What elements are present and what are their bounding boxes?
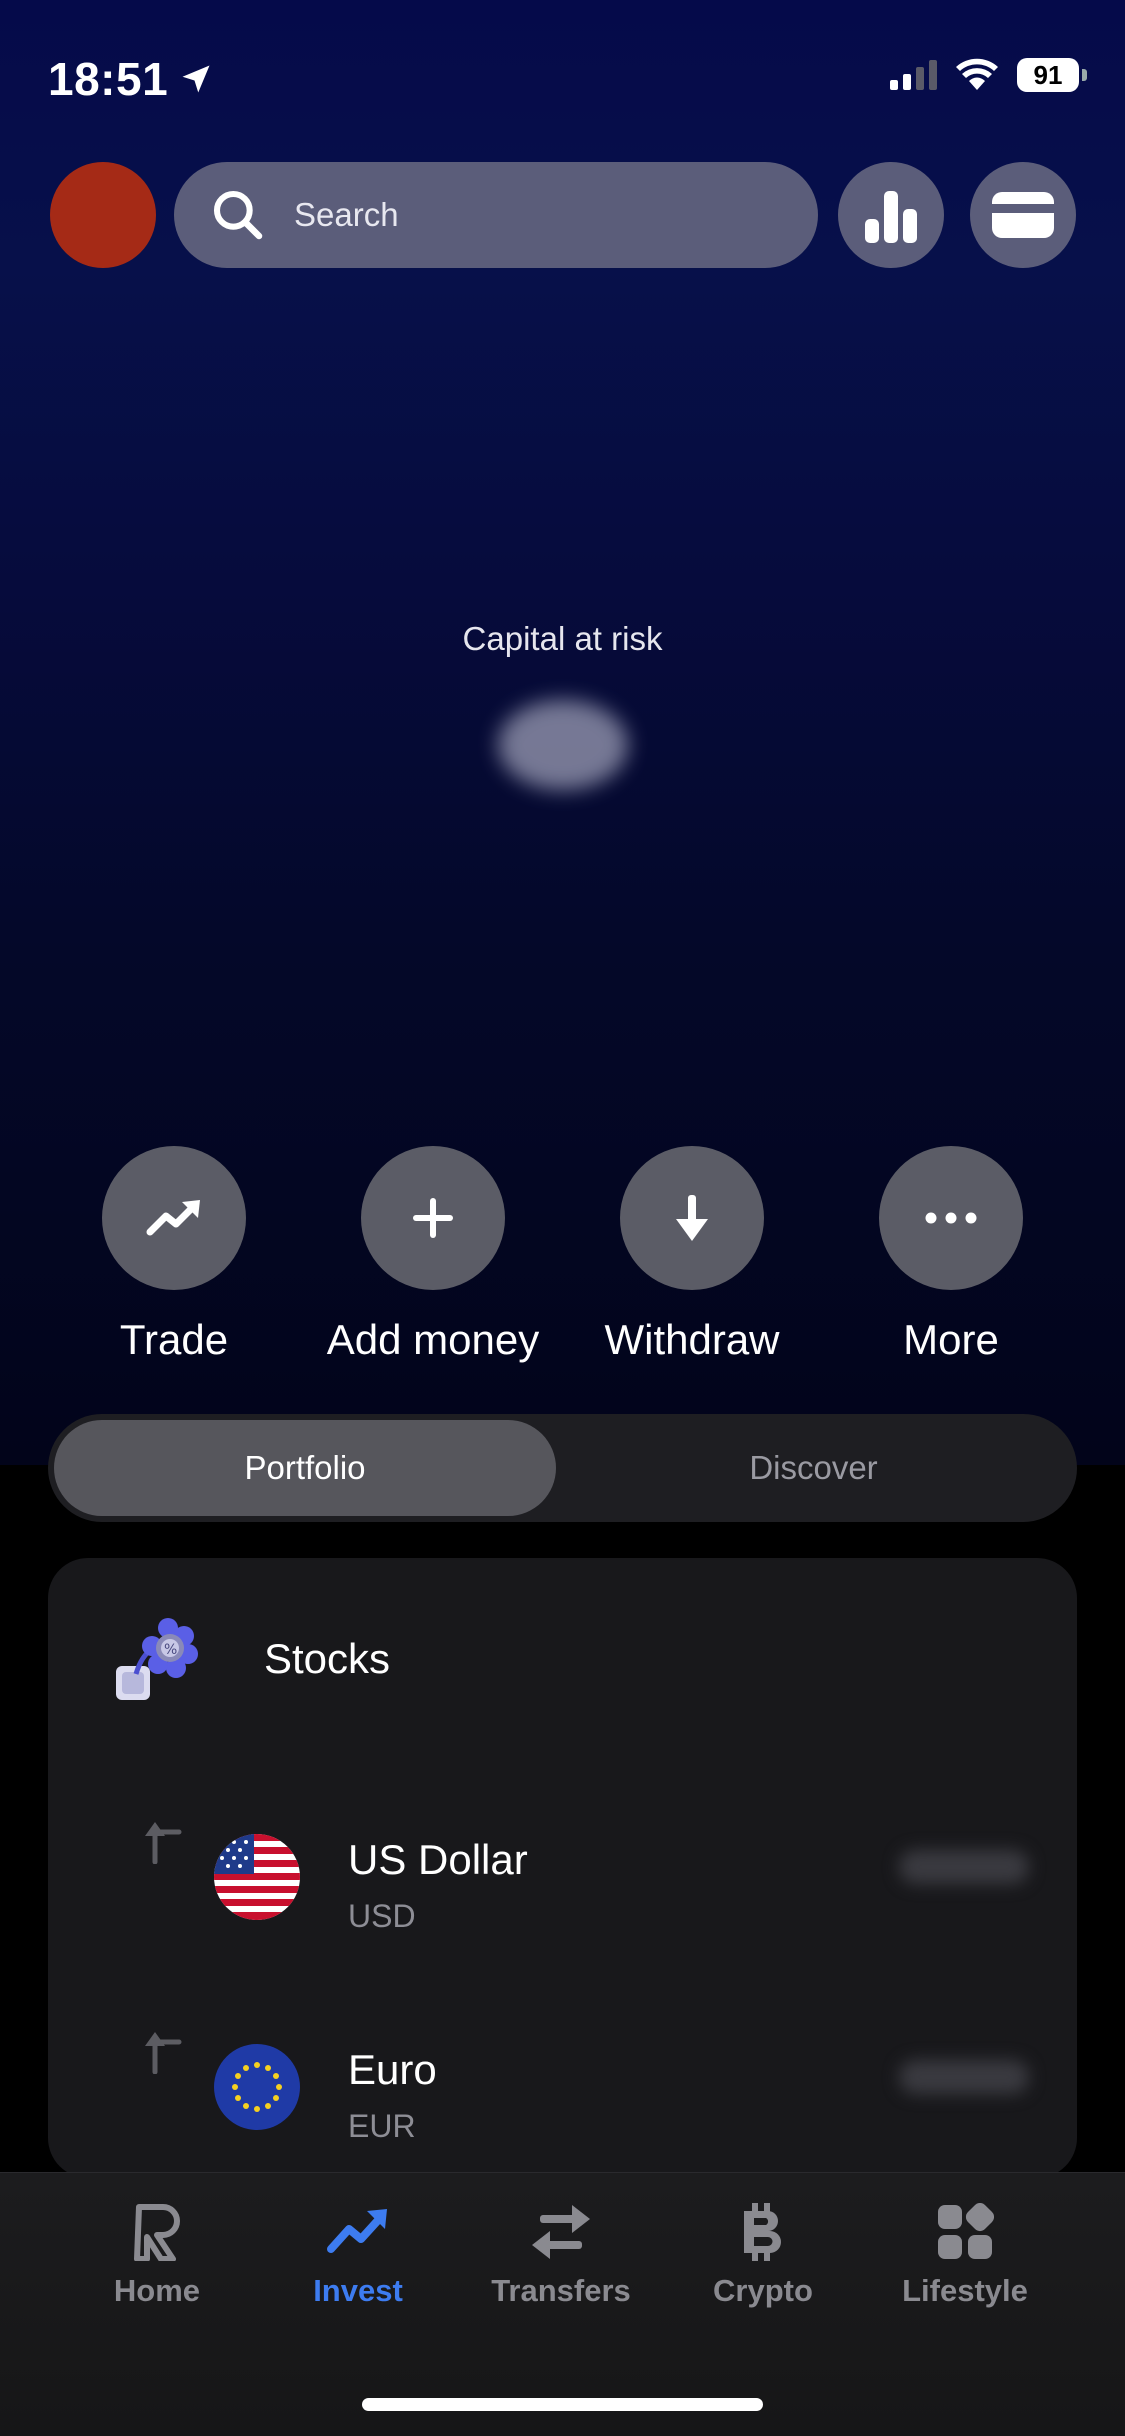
ellipsis-icon xyxy=(925,1212,977,1224)
more-label: More xyxy=(903,1316,999,1363)
analytics-button[interactable] xyxy=(838,162,944,268)
revolut-r-icon xyxy=(134,2204,180,2261)
status-time-text: 18:51 xyxy=(48,53,169,105)
search-icon xyxy=(213,190,263,240)
trade-button[interactable] xyxy=(102,1146,246,1290)
tab-discover[interactable]: Discover xyxy=(556,1420,1071,1516)
portfolio-discover-toggle: Portfolio Discover xyxy=(48,1414,1077,1522)
tab-crypto[interactable]: Crypto xyxy=(663,2203,863,2309)
trend-up-icon xyxy=(146,1200,200,1236)
bitcoin-icon xyxy=(744,2203,781,2261)
tab-transfers[interactable]: Transfers xyxy=(461,2203,661,2309)
hidden-value xyxy=(899,1850,1029,1884)
tab-home-label: Home xyxy=(113,2273,201,2308)
card-icon xyxy=(992,192,1054,238)
arrow-down-icon xyxy=(676,1195,708,1241)
return-arrow-icon xyxy=(145,2032,182,2074)
currency-code: EUR xyxy=(348,2108,416,2144)
add-money-action[interactable]: Add money xyxy=(303,1146,563,1364)
tab-crypto-label: Crypto xyxy=(713,2273,813,2308)
location-arrow-icon xyxy=(182,65,210,93)
currency-name: Euro xyxy=(348,2046,437,2093)
stocks-title: Stocks xyxy=(264,1635,391,1682)
status-time: 18:51 xyxy=(48,52,214,106)
withdraw-action[interactable]: Withdraw xyxy=(562,1146,822,1364)
return-arrow-icon xyxy=(145,1822,182,1864)
tab-portfolio[interactable]: Portfolio xyxy=(54,1420,556,1516)
bar-chart-icon xyxy=(865,191,917,243)
search-input[interactable]: Search xyxy=(174,162,818,268)
capital-at-risk-label: Capital at risk xyxy=(462,620,663,657)
bottom-tab-bar: Home Invest Transfers Crypto Lifestyle xyxy=(0,2172,1125,2436)
plus-icon xyxy=(413,1198,453,1238)
hidden-value xyxy=(899,2060,1029,2094)
battery-level: 91 xyxy=(1017,58,1079,92)
status-indicators: 91 xyxy=(890,58,1087,92)
hidden-balance[interactable] xyxy=(498,700,628,790)
more-action[interactable]: More xyxy=(821,1146,1081,1364)
stocks-card[interactable]: % Stocks US Dollar USD Euro EUR xyxy=(48,1558,1077,2178)
swap-arrows-icon xyxy=(532,2205,590,2259)
us-flag-icon xyxy=(214,1834,300,1920)
search-placeholder: Search xyxy=(294,196,399,233)
tab-transfers-label: Transfers xyxy=(491,2273,631,2308)
tab-lifestyle-label: Lifestyle xyxy=(902,2273,1028,2308)
cards-button[interactable] xyxy=(970,162,1076,268)
eu-flag-icon xyxy=(214,2044,300,2130)
list-item[interactable]: Euro EUR xyxy=(48,2030,1077,2170)
wifi-icon xyxy=(956,58,998,90)
add-money-label: Add money xyxy=(326,1316,540,1363)
tab-invest-label: Invest xyxy=(313,2273,403,2308)
tab-invest[interactable]: Invest xyxy=(258,2203,458,2309)
stocks-flower-icon: % xyxy=(116,1618,198,1700)
invest-screen: 18:51 91 Search Capital at risk Trade Ad… xyxy=(0,0,1125,2436)
grid-icon xyxy=(938,2203,994,2259)
battery-icon: 91 xyxy=(1017,58,1087,92)
trade-action[interactable]: Trade xyxy=(44,1146,304,1364)
stocks-header[interactable]: % Stocks xyxy=(112,1614,390,1704)
trade-label: Trade xyxy=(119,1316,229,1363)
home-indicator[interactable] xyxy=(362,2398,763,2411)
avatar[interactable] xyxy=(50,162,156,268)
add-money-button[interactable] xyxy=(361,1146,505,1290)
svg-text:%: % xyxy=(164,1642,177,1658)
currency-name: US Dollar xyxy=(348,1836,528,1883)
withdraw-button[interactable] xyxy=(620,1146,764,1290)
currency-code: USD xyxy=(348,1898,416,1934)
tab-lifestyle[interactable]: Lifestyle xyxy=(865,2203,1065,2309)
trend-up-icon xyxy=(327,2209,387,2253)
list-item[interactable]: US Dollar USD xyxy=(48,1820,1077,1960)
withdraw-label: Withdraw xyxy=(604,1316,780,1363)
tab-home[interactable]: Home xyxy=(57,2203,257,2309)
more-button[interactable] xyxy=(879,1146,1023,1290)
cellular-signal-icon xyxy=(890,60,937,90)
